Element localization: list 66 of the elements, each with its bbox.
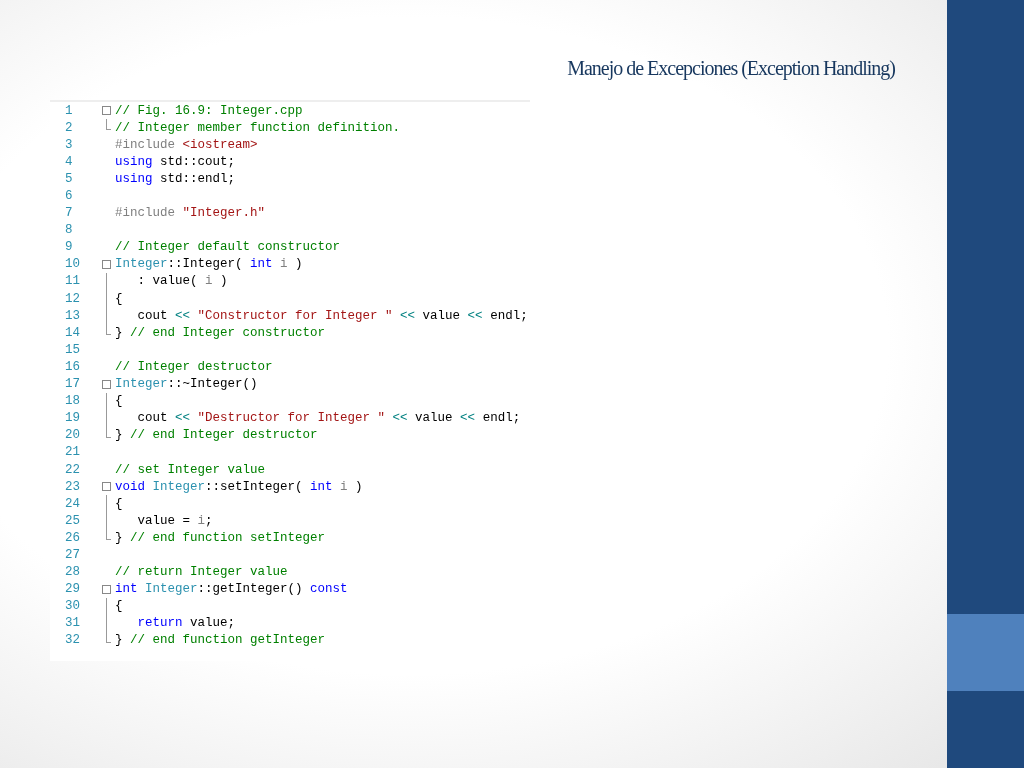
code-line: using std::cout; [115, 154, 236, 169]
slide-title: Manejo de Excepciones (Exception Handling) [567, 56, 895, 80]
line-number: 29 [64, 582, 81, 597]
line-number: 11 [64, 274, 81, 289]
code-line: cout << "Destructor for Integer " << value << endl; [136, 411, 521, 426]
line-number: 19 [64, 411, 81, 426]
line-number: 24 [64, 496, 81, 511]
code-line: cout << "Constructor for Integer " << value << endl; [136, 308, 528, 323]
code-line: Integer::Integer( int i ) [115, 257, 303, 272]
line-number: 16 [64, 359, 81, 374]
line-number: 5 [64, 171, 74, 186]
code-line: #include <iostream> [115, 137, 258, 152]
code-line: return value; [136, 616, 236, 631]
line-number: 31 [64, 616, 81, 631]
fold-guide [106, 119, 111, 131]
code-line: } // end function setInteger [115, 530, 326, 545]
code-line: // return Integer value [115, 565, 288, 580]
collapse-icon[interactable] [102, 482, 111, 492]
code-line: // set Integer value [115, 462, 266, 477]
code-line: Integer::~Integer() [115, 377, 258, 392]
collapse-icon[interactable] [102, 106, 111, 116]
code-line: #include "Integer.h" [115, 206, 266, 221]
line-number: 7 [64, 206, 74, 221]
line-number: 21 [64, 445, 81, 460]
code-line: // Integer default constructor [115, 240, 341, 255]
code-line: { [115, 291, 123, 306]
line-number: 26 [64, 530, 81, 545]
code-line: value = i; [136, 513, 213, 528]
line-number: 4 [64, 154, 74, 169]
line-number: 25 [64, 513, 81, 528]
line-number: 9 [64, 240, 74, 255]
code-line: { [115, 599, 123, 614]
collapse-icon[interactable] [102, 259, 111, 269]
line-number: 28 [64, 565, 81, 580]
line-number: 22 [64, 462, 81, 477]
code-line: { [115, 496, 123, 511]
code-line: } // end Integer destructor [115, 428, 318, 443]
line-number: 18 [64, 394, 81, 409]
code-line: // Integer member function definition. [115, 120, 401, 135]
line-number: 12 [64, 291, 81, 306]
line-number: 2 [64, 120, 74, 135]
line-number: 14 [64, 325, 81, 340]
line-number: 8 [64, 223, 74, 238]
code-line: : value( i ) [136, 274, 228, 289]
line-number: 27 [64, 548, 81, 562]
line-number: 32 [64, 633, 81, 648]
collapse-icon[interactable] [102, 379, 111, 389]
line-number: 23 [64, 479, 81, 494]
code-line: } // end Integer constructor [115, 325, 326, 340]
code-line: using std::endl; [115, 171, 236, 186]
code-line: { [115, 394, 123, 409]
code-line: void Integer::setInteger( int i ) [115, 479, 363, 494]
code-line: // Fig. 16.9: Integer.cpp [115, 103, 303, 118]
line-number: 20 [64, 428, 81, 443]
code-line: int Integer::getInteger() const [115, 582, 348, 597]
line-number: 17 [64, 377, 81, 392]
collapse-icon[interactable] [102, 584, 111, 594]
line-number: 3 [64, 137, 74, 152]
line-number: 15 [64, 342, 81, 357]
code-line: } // end function getInteger [115, 633, 326, 648]
line-number: 30 [64, 599, 81, 614]
line-number: 1 [64, 103, 74, 118]
line-number: 6 [64, 189, 74, 203]
line-number: 13 [64, 308, 81, 323]
line-number: 10 [64, 257, 81, 272]
code-line: // Integer destructor [115, 359, 273, 374]
